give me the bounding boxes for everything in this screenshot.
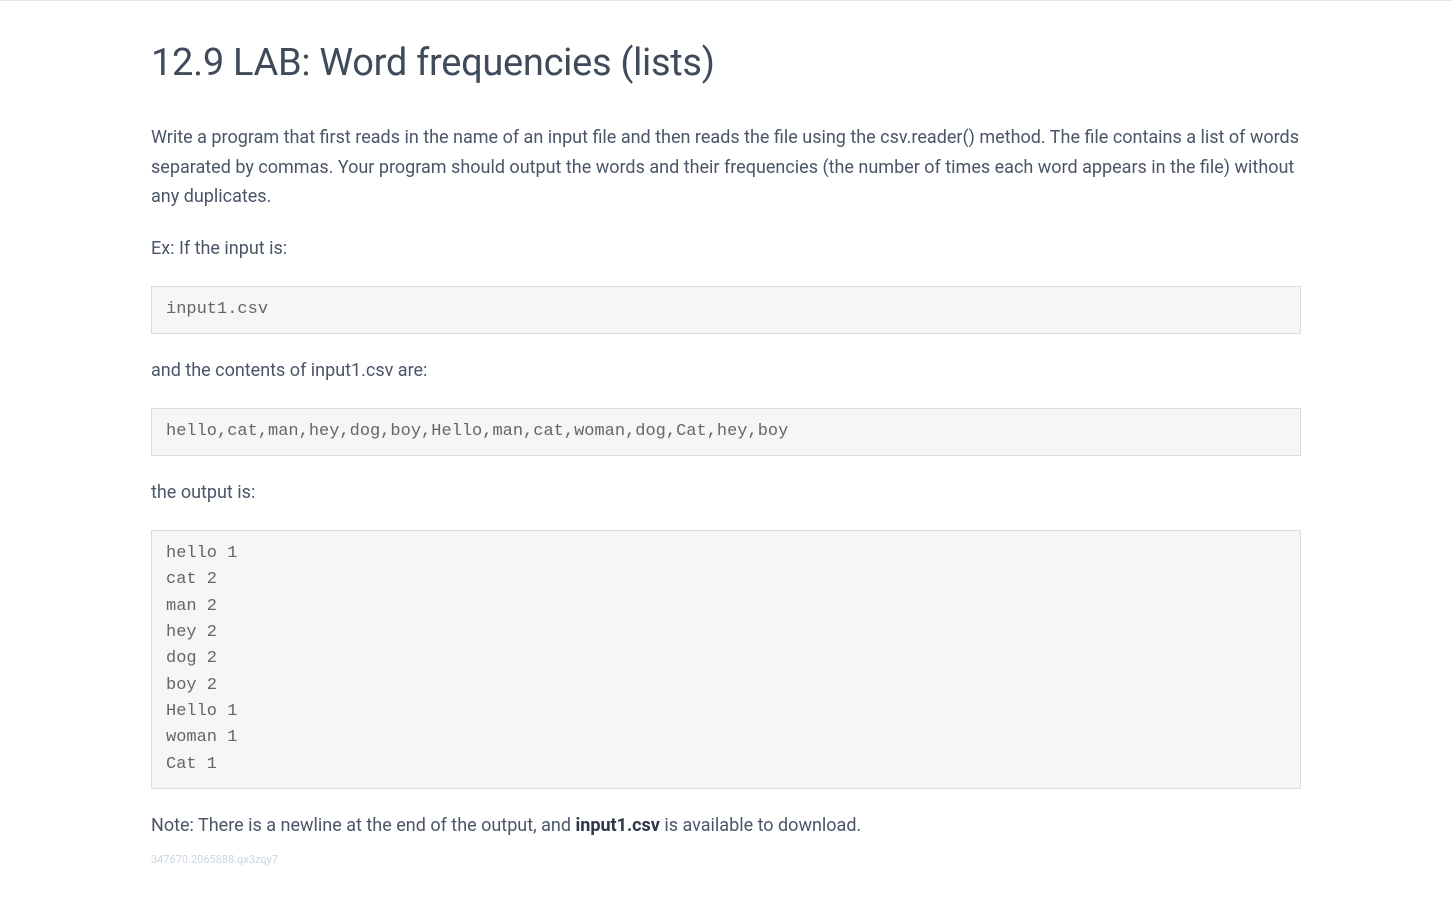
contents-label: and the contents of input1.csv are: bbox=[151, 356, 1301, 386]
note-prefix: Note: There is a newline at the end of t… bbox=[151, 815, 575, 836]
intro-paragraph: Write a program that first reads in the … bbox=[151, 123, 1301, 212]
note-suffix: is available to download. bbox=[660, 815, 861, 836]
output-label: the output is: bbox=[151, 478, 1301, 508]
lab-content: 12.9 LAB: Word frequencies (lists) Write… bbox=[81, 1, 1371, 886]
note-paragraph: Note: There is a newline at the end of t… bbox=[151, 811, 1301, 841]
note-filename: input1.csv bbox=[575, 815, 659, 836]
example-input-label: Ex: If the input is: bbox=[151, 234, 1301, 264]
page-title: 12.9 LAB: Word frequencies (lists) bbox=[151, 41, 1301, 85]
output-code: hello 1 cat 2 man 2 hey 2 dog 2 boy 2 He… bbox=[151, 530, 1301, 789]
contents-code: hello,cat,man,hey,dog,boy,Hello,man,cat,… bbox=[151, 408, 1301, 456]
example-input-code: input1.csv bbox=[151, 286, 1301, 334]
footer-id: 347670.2065888.qx3zqy7 bbox=[151, 853, 1301, 866]
